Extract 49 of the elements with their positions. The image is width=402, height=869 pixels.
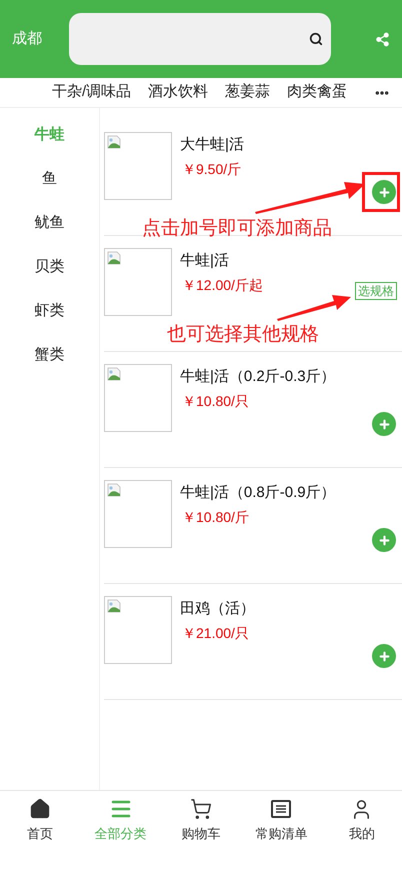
product-name: 牛蛙|活（0.2斤-0.3斤） — [180, 367, 336, 387]
nav-tab[interactable]: 常购清单 — [241, 796, 322, 869]
sidebar-item[interactable]: 蟹类 — [34, 344, 64, 388]
plus-icon — [378, 418, 390, 430]
category-tab[interactable]: 酒水饮料 — [148, 81, 208, 104]
plus-icon — [378, 650, 390, 662]
add-button[interactable] — [372, 180, 396, 204]
nav-label: 首页 — [27, 825, 54, 843]
product-name: 牛蛙|活 — [180, 251, 230, 271]
broken-image-icon — [107, 135, 121, 149]
add-button[interactable] — [372, 644, 396, 668]
category-tab[interactable]: 干杂/调味品 — [52, 81, 132, 104]
broken-image-icon — [107, 483, 121, 497]
sidebar-item[interactable]: 鱿鱼 — [34, 212, 64, 256]
product-price: ￥10.80/只 — [182, 392, 250, 410]
product-price: ￥10.80/斤 — [182, 508, 250, 526]
nav-label: 购物车 — [182, 825, 221, 843]
annotation-text: 也可选择其他规格 — [167, 323, 319, 347]
annotation-text: 点击加号即可添加商品 — [142, 217, 332, 241]
home-icon — [29, 798, 52, 820]
nav-label: 全部分类 — [94, 825, 147, 843]
cart-icon — [190, 798, 212, 820]
sidebar-item[interactable]: 虾类 — [34, 300, 64, 344]
share-icon[interactable] — [375, 32, 390, 46]
product-price: ￥12.00/斤起 — [182, 276, 263, 294]
product-price: ￥21.00/只 — [182, 624, 250, 642]
plus-icon — [378, 534, 390, 546]
broken-image-icon — [107, 367, 121, 381]
plus-icon — [378, 186, 390, 198]
nav-tab[interactable]: 购物车 — [160, 796, 242, 869]
nav-tab[interactable]: 我的 — [322, 796, 402, 869]
nav-label: 我的 — [348, 825, 375, 843]
sidebar-item[interactable]: 鱼 — [42, 168, 57, 212]
broken-image-icon — [107, 251, 121, 265]
product-price: ￥9.50/斤 — [182, 160, 242, 178]
broken-image-icon — [107, 599, 121, 613]
nav-tab[interactable]: 首页 — [0, 796, 80, 869]
product-name: 田鸡（活） — [180, 599, 255, 619]
product-name: 牛蛙|活（0.8斤-0.9斤） — [180, 483, 336, 503]
sidebar-item[interactable]: 贝类 — [34, 256, 64, 300]
category-tab[interactable]: 葱姜蒜 — [225, 81, 270, 104]
search-icon[interactable] — [309, 32, 323, 46]
add-button[interactable] — [372, 528, 396, 552]
product-name: 大牛蛙|活 — [180, 135, 244, 155]
nav-label: 常购清单 — [255, 825, 308, 843]
list-icon — [270, 799, 292, 819]
category-tab[interactable]: 肉类禽蛋 — [287, 81, 348, 104]
search-field[interactable] — [69, 13, 331, 65]
add-button[interactable] — [372, 412, 396, 436]
